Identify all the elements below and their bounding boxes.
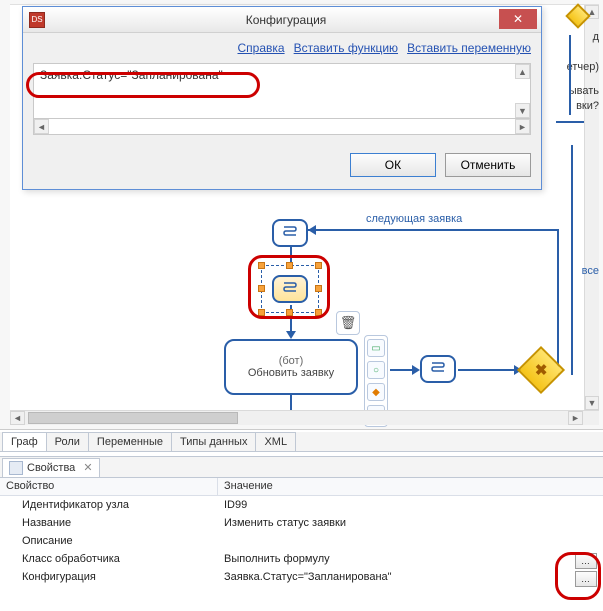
arrow-down-icon (286, 331, 296, 339)
properties-tab-label: Свойства (27, 462, 75, 474)
prop-row-node-id[interactable]: Идентификатор узла ID99 (0, 496, 603, 514)
prop-key: Название (0, 517, 218, 529)
tab-graph[interactable]: Граф (2, 432, 47, 451)
connector-fragment (556, 121, 584, 123)
stub-text: ывать (569, 85, 599, 97)
prop-key: Класс обработчика (0, 553, 218, 565)
prop-key: Идентификатор узла (0, 499, 218, 511)
right-edge-fragments: д етчер) ывать вки? все (541, 5, 599, 435)
prop-row-description[interactable]: Описание (0, 532, 603, 550)
prop-row-configuration[interactable]: Конфигурация Заявка.Статус="Запланирован… (0, 568, 603, 586)
insert-variable-link[interactable]: Вставить переменную (407, 41, 531, 55)
prop-value[interactable]: Выполнить формулу … (218, 553, 603, 565)
help-link[interactable]: Справка (238, 41, 285, 55)
script-task-icon (272, 219, 308, 247)
tab-roles[interactable]: Роли (46, 432, 89, 451)
prop-row-name[interactable]: Название Изменить статус заявки (0, 514, 603, 532)
properties-tab[interactable]: Свойства ✕ (2, 458, 100, 477)
connector (458, 369, 516, 371)
script-task-node[interactable] (420, 355, 456, 383)
scroll-left-icon[interactable]: ◄ (34, 119, 49, 134)
connector-label-next: следующая заявка (366, 213, 462, 225)
prop-key: Описание (0, 535, 218, 547)
bottom-tab-strip: Граф Роли Переменные Типы данных XML (0, 432, 603, 452)
tab-xml[interactable]: XML (255, 432, 296, 451)
prop-key: Конфигурация (0, 571, 218, 583)
prop-row-handler-class[interactable]: Класс обработчика Выполнить формулу … (0, 550, 603, 568)
highlight-selected-node (248, 255, 330, 319)
insert-function-link[interactable]: Вставить функцию (294, 41, 398, 55)
scroll-down-icon[interactable]: ▼ (515, 103, 530, 118)
close-icon[interactable]: ✕ (83, 461, 92, 474)
arrow-right-icon (412, 365, 420, 375)
canvas-h-scrollbar[interactable]: ◄ ► (10, 410, 599, 425)
palette-btn-1[interactable]: ▭ (367, 339, 385, 357)
tab-datatypes[interactable]: Типы данных (171, 432, 256, 451)
properties-panel: Свойства ✕ Свойство Значение Идентификат… (0, 456, 603, 611)
app-icon: DS (29, 12, 45, 28)
trash-icon[interactable]: 🗑 (336, 311, 360, 335)
properties-header-row: Свойство Значение (0, 478, 603, 496)
highlight-ellipsis-buttons (555, 552, 601, 600)
bot-title: Обновить заявку (226, 367, 356, 379)
formula-text: Заявка.Статус="Запланирована" (40, 68, 223, 82)
connector-fragment (571, 145, 573, 375)
stub-text: вки? (576, 100, 599, 112)
prop-value[interactable]: Изменить статус заявки (218, 517, 603, 529)
scroll-thumb[interactable] (28, 412, 238, 424)
config-dialog: DS Конфигурация ✕ Справка Вставить функц… (22, 6, 542, 190)
connector (390, 369, 414, 371)
cancel-button[interactable]: Отменить (445, 153, 531, 177)
prop-value-text: Заявка.Статус="Запланирована" (224, 571, 392, 583)
bot-task-node[interactable]: (бот) Обновить заявку (224, 339, 358, 395)
connector (308, 229, 558, 231)
bot-caption: (бот) (226, 355, 356, 367)
formula-textarea[interactable]: Заявка.Статус="Запланирована" ▲ ▼ (33, 63, 531, 119)
stub-text: етчер) (567, 61, 599, 73)
palette-btn-2[interactable]: ○ (367, 361, 385, 379)
scroll-right-icon[interactable]: ► (515, 119, 530, 134)
workflow-canvas-area: д етчер) ывать вки? все следующая заявка (0, 0, 603, 430)
scroll-left-icon[interactable]: ◄ (10, 411, 25, 425)
prop-value[interactable]: ID99 (218, 499, 603, 511)
script-task-node[interactable] (272, 219, 308, 247)
ok-button[interactable]: ОК (350, 153, 436, 177)
palette-btn-3[interactable]: ◆ (367, 383, 385, 401)
close-button[interactable]: ✕ (499, 9, 537, 29)
properties-icon (9, 461, 23, 475)
header-value: Значение (218, 478, 603, 495)
prop-value[interactable]: Заявка.Статус="Запланирована" … (218, 571, 603, 583)
gateway-fragment (565, 3, 590, 28)
tab-variables[interactable]: Переменные (88, 432, 172, 451)
formula-h-scrollbar[interactable]: ◄ ► (33, 119, 531, 135)
prop-value-text: Выполнить формулу (224, 553, 330, 565)
stub-text: все (582, 265, 599, 277)
dialog-titlebar[interactable]: DS Конфигурация ✕ (23, 7, 541, 33)
properties-tab-row: Свойства ✕ (0, 457, 603, 478)
connector-fragment (569, 35, 571, 115)
scroll-up-icon[interactable]: ▲ (515, 64, 530, 79)
arrow-left-icon (308, 225, 316, 235)
header-property: Свойство (0, 478, 218, 495)
dialog-title: Конфигурация (51, 13, 541, 27)
script-task-icon (420, 355, 456, 383)
dialog-link-row: Справка Вставить функцию Вставить переме… (23, 33, 541, 59)
stub-text: д (593, 31, 599, 43)
